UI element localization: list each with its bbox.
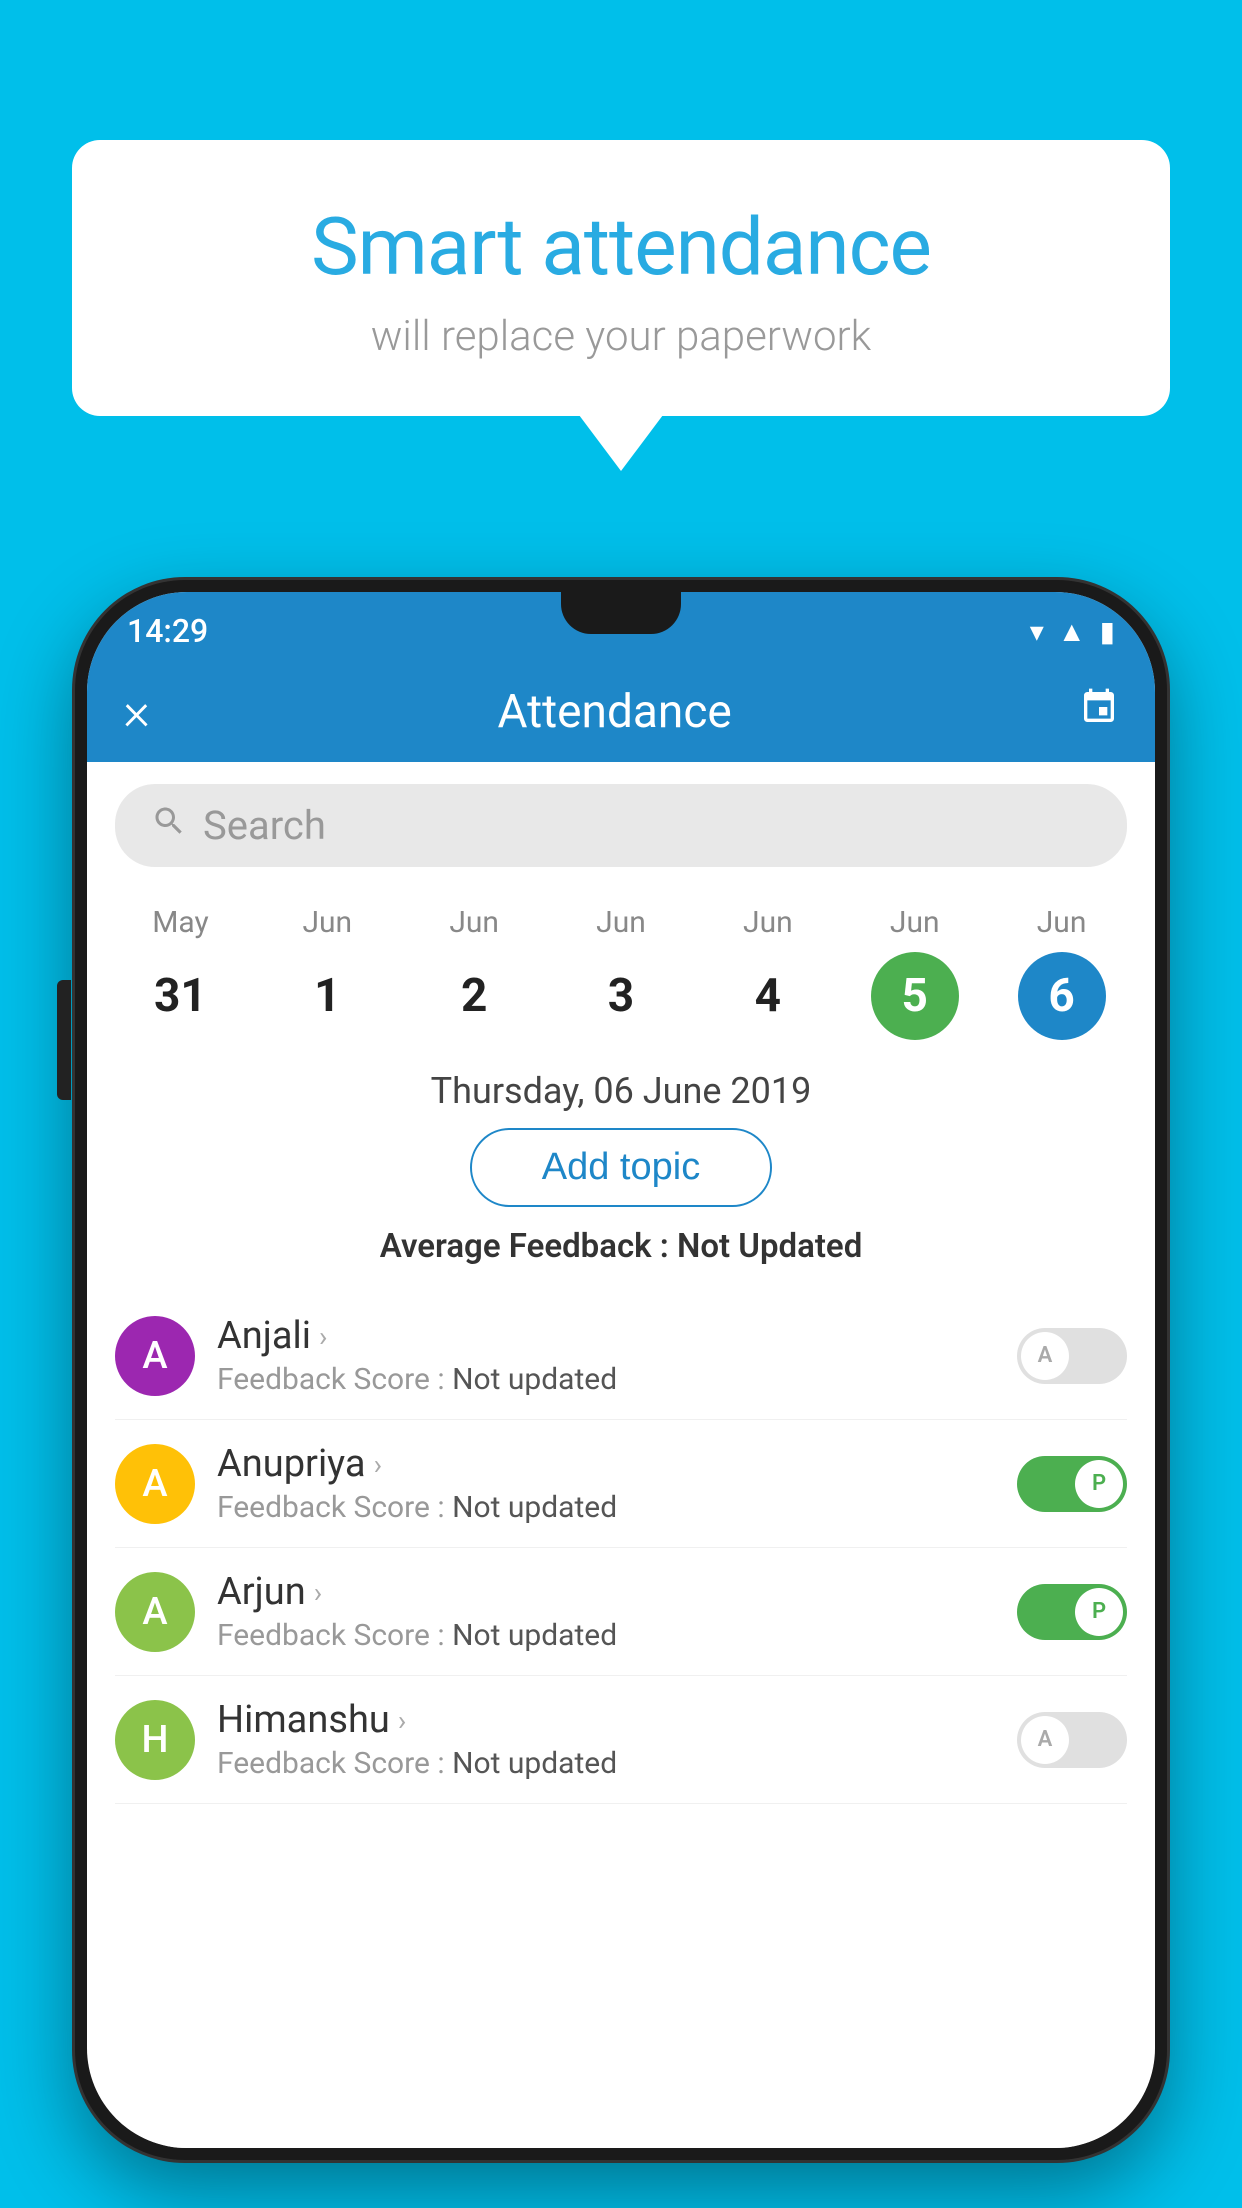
student-name-himanshu: Himanshu › (217, 1698, 995, 1742)
bottom-fade (87, 2028, 1155, 2148)
chevron-right-icon: › (398, 1704, 406, 1737)
phone-frame: 14:29 ▾ ▲ ▮ × Attendance (75, 580, 1167, 2160)
cal-day-jun5[interactable]: Jun 5 (841, 905, 988, 1040)
cal-day-may31[interactable]: May 31 (107, 905, 254, 1040)
status-time: 14:29 (127, 612, 208, 650)
search-icon (151, 803, 187, 849)
student-info-arjun: Arjun › Feedback Score : Not updated (217, 1570, 995, 1653)
chevron-right-icon: › (319, 1320, 327, 1353)
avg-feedback-label: Average Feedback : (380, 1227, 677, 1266)
calendar-icon[interactable] (1079, 687, 1119, 737)
add-topic-button[interactable]: Add topic (470, 1128, 772, 1207)
cal-day-jun2[interactable]: Jun 2 (401, 905, 548, 1040)
student-feedback-himanshu: Feedback Score : Not updated (217, 1746, 995, 1781)
student-info-anjali: Anjali › Feedback Score : Not updated (217, 1314, 995, 1397)
close-button[interactable]: × (123, 686, 150, 738)
search-bar[interactable]: Search (115, 784, 1127, 867)
phone-screen: 14:29 ▾ ▲ ▮ × Attendance (87, 592, 1155, 2148)
avatar-arjun: A (115, 1572, 195, 1652)
toggle-himanshu[interactable]: A (1017, 1712, 1127, 1768)
student-item-anupriya[interactable]: A Anupriya › Feedback Score : Not update… (115, 1420, 1127, 1548)
student-info-anupriya: Anupriya › Feedback Score : Not updated (217, 1442, 995, 1525)
bubble-title: Smart attendance (132, 200, 1110, 294)
avatar-anjali: A (115, 1316, 195, 1396)
speech-bubble: Smart attendance will replace your paper… (72, 140, 1170, 416)
selected-date: Thursday, 06 June 2019 (87, 1040, 1155, 1128)
student-feedback-anjali: Feedback Score : Not updated (217, 1362, 995, 1397)
student-item-arjun[interactable]: A Arjun › Feedback Score : Not updated P (115, 1548, 1127, 1676)
battery-icon: ▮ (1100, 615, 1115, 648)
cal-day-jun6[interactable]: Jun 6 (988, 905, 1135, 1040)
avatar-himanshu: H (115, 1700, 195, 1780)
avg-feedback: Average Feedback : Not Updated (87, 1227, 1155, 1266)
cal-day-jun3[interactable]: Jun 3 (548, 905, 695, 1040)
calendar-strip: May 31 Jun 1 Jun 2 Jun 3 Jun 4 (87, 889, 1155, 1040)
phone-outer: 14:29 ▾ ▲ ▮ × Attendance (75, 580, 1167, 2208)
student-item-himanshu[interactable]: H Himanshu › Feedback Score : Not update… (115, 1676, 1127, 1804)
toggle-arjun[interactable]: P (1017, 1584, 1127, 1640)
bubble-subtitle: will replace your paperwork (132, 312, 1110, 361)
student-info-himanshu: Himanshu › Feedback Score : Not updated (217, 1698, 995, 1781)
toggle-anjali[interactable]: A (1017, 1328, 1127, 1384)
status-icons: ▾ ▲ ▮ (1030, 615, 1115, 648)
chevron-right-icon: › (314, 1576, 322, 1609)
speech-bubble-container: Smart attendance will replace your paper… (72, 140, 1170, 416)
student-feedback-arjun: Feedback Score : Not updated (217, 1618, 995, 1653)
app-header: × Attendance (87, 662, 1155, 762)
cal-day-jun4[interactable]: Jun 4 (694, 905, 841, 1040)
wifi-icon: ▾ (1030, 615, 1044, 648)
student-name-anupriya: Anupriya › (217, 1442, 995, 1486)
chevron-right-icon: › (374, 1448, 382, 1481)
search-placeholder: Search (203, 802, 326, 849)
toggle-anupriya[interactable]: P (1017, 1456, 1127, 1512)
signal-icon: ▲ (1058, 615, 1086, 648)
student-name-arjun: Arjun › (217, 1570, 995, 1614)
student-item-anjali[interactable]: A Anjali › Feedback Score : Not updated … (115, 1292, 1127, 1420)
student-feedback-anupriya: Feedback Score : Not updated (217, 1490, 995, 1525)
student-name-anjali: Anjali › (217, 1314, 995, 1358)
avg-feedback-value: Not Updated (677, 1227, 862, 1266)
avatar-anupriya: A (115, 1444, 195, 1524)
header-title: Attendance (497, 685, 731, 739)
notch (561, 592, 681, 634)
cal-day-jun1[interactable]: Jun 1 (254, 905, 401, 1040)
student-list: A Anjali › Feedback Score : Not updated … (87, 1292, 1155, 1804)
